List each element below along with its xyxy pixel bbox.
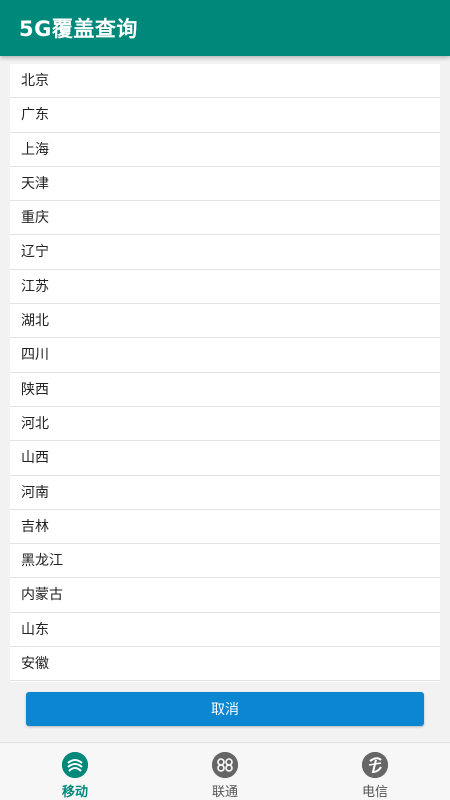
list-item[interactable]: 天津 bbox=[10, 167, 440, 202]
nav-label-unicom: 联通 bbox=[211, 785, 238, 800]
list-item[interactable]: 安徽 bbox=[10, 647, 440, 682]
china-mobile-icon bbox=[62, 752, 88, 778]
list-item[interactable]: 广东 bbox=[10, 98, 440, 133]
app-bar: 5G覆盖查询 bbox=[0, 0, 450, 56]
list-item[interactable]: 上海 bbox=[10, 133, 440, 167]
list-item[interactable]: 江苏 bbox=[10, 270, 440, 305]
list-item[interactable]: 四川 bbox=[10, 338, 440, 373]
nav-label-telecom: 电信 bbox=[361, 785, 388, 800]
page-title: 5G覆盖查询 bbox=[19, 17, 138, 41]
list-item[interactable]: 辽宁 bbox=[10, 235, 440, 270]
list-item[interactable]: 山东 bbox=[10, 613, 440, 648]
china-unicom-icon bbox=[212, 752, 238, 778]
nav-label-mobile: 移动 bbox=[61, 785, 88, 800]
province-list[interactable]: 北京 广东 上海 天津 重庆 辽宁 江苏 湖北 四川 陕西 河北 山西 河南 吉… bbox=[10, 64, 440, 682]
list-item[interactable]: 吉林 bbox=[10, 510, 440, 545]
cancel-button[interactable]: 取消 bbox=[26, 692, 424, 726]
nav-item-unicom[interactable]: 联通 bbox=[150, 743, 300, 800]
list-item[interactable]: 黑龙江 bbox=[10, 544, 440, 579]
list-item[interactable]: 河南 bbox=[10, 476, 440, 510]
list-item[interactable]: 山西 bbox=[10, 441, 440, 476]
nav-item-telecom[interactable]: 电信 bbox=[300, 743, 450, 800]
list-item[interactable]: 河北 bbox=[10, 407, 440, 442]
nav-item-mobile[interactable]: 移动 bbox=[0, 743, 150, 800]
list-item[interactable]: 重庆 bbox=[10, 201, 440, 236]
list-item[interactable]: 内蒙古 bbox=[10, 578, 440, 613]
list-item[interactable]: 陕西 bbox=[10, 373, 440, 407]
china-telecom-icon bbox=[362, 752, 388, 778]
list-item[interactable]: 北京 bbox=[10, 64, 440, 99]
list-item[interactable]: 湖北 bbox=[10, 304, 440, 339]
bottom-navigation: 移动 联通 电信 bbox=[0, 742, 450, 800]
